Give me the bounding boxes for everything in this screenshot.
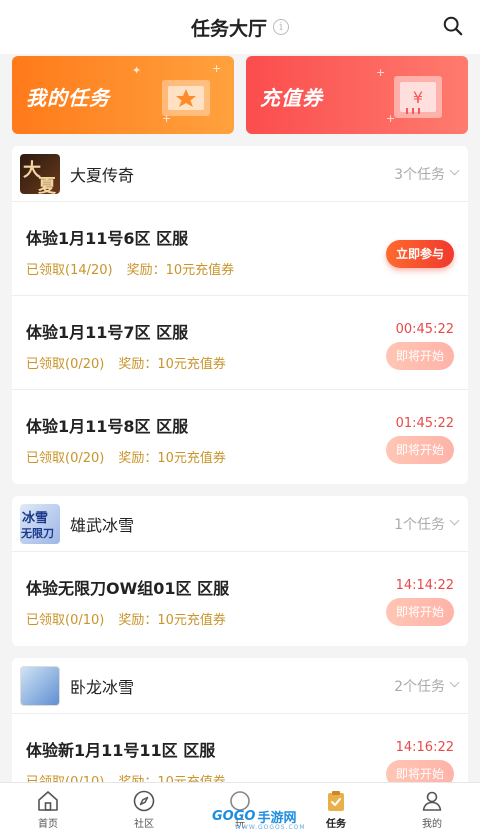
tab-community[interactable]: 社区 [96,783,192,834]
task-row: 体验1月11号8区 区服 已领取(0/20) 奖励：10元充值券 01:45:22… [12,390,468,484]
task-row: 体验1月11号6区 区服 已领取(14/20) 奖励：10元充值券 立即参与 [12,202,468,296]
game-logo [20,665,60,706]
task-claimed: 已领取(0/20) [26,451,105,466]
task-reward: 奖励：10元充值券 [118,451,226,466]
task-reward: 奖励：10元充值券 [118,357,226,372]
task-reward: 奖励：10元充值券 [118,613,226,628]
task-meta: 已领取(0/20) 奖励：10元充值券 [26,353,226,372]
game-header[interactable]: 大 夏 大夏传奇 3个任务 [12,146,468,202]
my-tasks-label: 我的任务 [26,86,110,110]
countdown: 01:45:22 [395,416,454,431]
task-title: 体验1月11号7区 区服 [26,323,189,342]
countdown: 14:14:22 [395,578,454,593]
task-claimed: 已领取(0/10) [26,613,105,628]
chevron-down-icon [449,515,460,526]
coming-soon-button[interactable]: 即将开始 [386,436,454,464]
task-claimed: 已领取(14/20) [26,263,113,278]
task-meta: 已领取(0/10) 奖励：10元充值券 [26,609,226,628]
recharge-banner[interactable]: 充值券 + + ¥ [246,56,468,134]
countdown: 14:16:22 [395,740,454,755]
tab-label: 任务 [326,819,346,830]
task-count: 1个任务 [394,516,445,533]
countdown: 00:45:22 [395,322,454,337]
search-icon[interactable] [442,15,464,37]
recharge-label: 充值券 [260,86,323,110]
task-row: 体验1月11号7区 区服 已领取(0/20) 奖励：10元充值券 00:45:22… [12,296,468,390]
task-title: 体验新1月11号11区 区服 [26,741,216,760]
game-card: 大 夏 大夏传奇 3个任务 体验1月11号6区 区服 已领取(14/20) 奖励：… [12,146,468,484]
task-claimed: 已领取(0/20) [26,357,105,372]
task-count: 2个任务 [394,678,445,695]
home-icon [38,791,58,811]
tab-mine[interactable]: 我的 [384,783,480,834]
join-button[interactable]: 立即参与 [386,240,454,268]
task-title: 体验1月11号8区 区服 [26,417,189,436]
header: 任务大厅 i [0,0,480,54]
clipboard-check-icon [328,791,344,811]
tab-label: 我的 [422,819,442,830]
task-title: 体验1月11号6区 区服 [26,229,189,248]
tab-label: 社区 [134,819,154,830]
page-title: 任务大厅 [190,17,267,40]
svg-text:¥: ¥ [413,88,423,107]
coming-soon-button[interactable]: 即将开始 [386,598,454,626]
chevron-down-icon [449,677,460,688]
banners: 我的任务 ✦ + + 充值券 + + ¥ [0,54,480,134]
game-logo: 大 夏 [20,153,60,194]
game-header[interactable]: 卧龙冰雪 2个任务 [12,658,468,714]
game-name: 卧龙冰雪 [70,677,135,697]
compass-icon [133,790,155,812]
task-title: 体验无限刀OW组01区 区服 [26,579,230,598]
user-icon [422,791,442,811]
info-icon[interactable]: i [273,19,289,35]
task-count: 3个任务 [394,166,445,183]
sparkle-icon: + [376,66,386,79]
tab-home[interactable]: 首页 [0,783,96,834]
game-logo: 冰雪 无限刀 [20,503,60,544]
task-reward: 奖励：10元充值券 [126,263,235,278]
game-card: 冰雪 无限刀 雄武冰雪 1个任务 体验无限刀OW组01区 区服 已领取(0/10… [12,496,468,646]
chevron-down-icon [449,165,460,176]
sparkle-icon: ✦ [132,64,142,77]
game-header[interactable]: 冰雪 无限刀 雄武冰雪 1个任务 [12,496,468,552]
game-name: 雄武冰雪 [70,515,135,535]
coming-soon-button[interactable]: 即将开始 [386,342,454,370]
ticket-icon: ¥ [394,76,442,118]
game-name: 大夏传奇 [70,165,135,185]
task-meta: 已领取(0/20) 奖励：10元充值券 [26,447,226,466]
tab-label: 首页 [38,819,58,830]
star-card-icon [162,80,210,116]
watermark-url: WWW.GOGOS.COM [235,824,306,831]
my-tasks-banner[interactable]: 我的任务 ✦ + + [12,56,234,134]
task-row: 体验无限刀OW组01区 区服 已领取(0/10) 奖励：10元充值券 14:14:… [12,552,468,646]
task-meta: 已领取(14/20) 奖励：10元充值券 [26,259,234,278]
